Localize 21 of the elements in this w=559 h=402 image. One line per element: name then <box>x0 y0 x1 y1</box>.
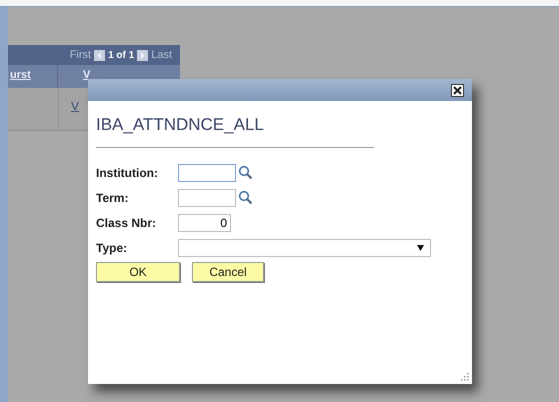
resize-grip-icon[interactable] <box>460 372 469 381</box>
field-label: Type: <box>96 240 128 254</box>
next-icon[interactable] <box>137 50 148 60</box>
field-label: Institution: <box>96 166 159 180</box>
close-icon[interactable] <box>451 84 464 96</box>
input-field[interactable] <box>178 164 236 182</box>
first-link[interactable]: First <box>70 49 92 61</box>
search-icon[interactable] <box>238 190 253 205</box>
dialog-button[interactable]: Cancel <box>192 262 264 282</box>
last-link[interactable]: Last <box>151 49 172 61</box>
input-field[interactable]: 0 <box>178 214 231 232</box>
input-field[interactable] <box>178 188 236 206</box>
field-label: Term: <box>96 190 130 204</box>
previous-icon[interactable] <box>94 50 106 60</box>
search-icon[interactable] <box>238 165 253 180</box>
table-link[interactable]: V <box>71 99 80 113</box>
dialog-button[interactable]: OK <box>96 262 180 282</box>
page-position: 1 of 1 <box>108 50 134 60</box>
field-label: Class Nbr: <box>96 216 158 230</box>
dialog-title: IBA_ATTNDNCE_ALL <box>96 115 265 135</box>
caret-icon <box>417 244 424 250</box>
